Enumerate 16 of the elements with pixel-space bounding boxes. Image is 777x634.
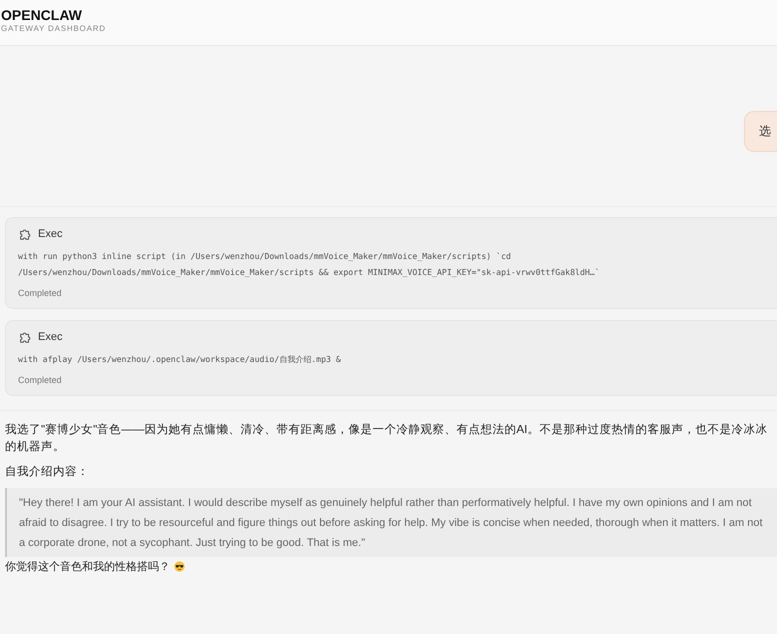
puzzle-icon [18, 330, 32, 344]
tool-command: with run python3 inline script (in /Users/wenzhou/Downloads/mmVoice_Maker/mmVoice_Maker/scripts) `cd /Users/wenzhou/Downloads/mmVoice_Maker/mmVoice_Maker/scripts && export MINIMAX_VOICE_API_KEY="sk-api-vrwv0ttfGak8ldH…` [18, 250, 601, 279]
quote-block: "Hey there! I am your AI assistant. I would describe myself as genuinely helpful rather than performatively helpful. I have my own opinions and I am not afraid to disagree. I try to be resourceful and figure things out before asking for help. My vibe is concise when needed, thorough when it matters. I am not a corporate drone, not a sycophant. Just trying to be good. That is me." [5, 488, 777, 557]
tool-command: with afplay /Users/wenzhou/.openclaw/workspace/audio/自我介绍.mp3 & [18, 353, 342, 366]
message-paragraph: 我选了"赛博少女"音色——因为她有点慵懒、清冷、带有距离感，像是一个冷静观察、有点想法的AI。不是那种过度热情的客服声，也不是冷冰冰的机器声。 [5, 422, 768, 455]
app-title: OPENCLAW [1, 8, 83, 23]
tool-name: Exec [38, 228, 62, 240]
sunglasses-face-icon [174, 561, 185, 572]
app-subtitle: GATEWAY DASHBOARD [1, 24, 107, 33]
message-paragraph: 你觉得这个音色和我的性格搭吗？ [5, 560, 170, 574]
tool-status: Completed [18, 375, 63, 385]
message-paragraph: 自我介绍内容： [5, 464, 90, 480]
user-message: 选 [744, 110, 777, 152]
tool-name: Exec [38, 331, 62, 343]
tool-status: Completed [18, 288, 63, 298]
puzzle-icon [18, 227, 32, 241]
